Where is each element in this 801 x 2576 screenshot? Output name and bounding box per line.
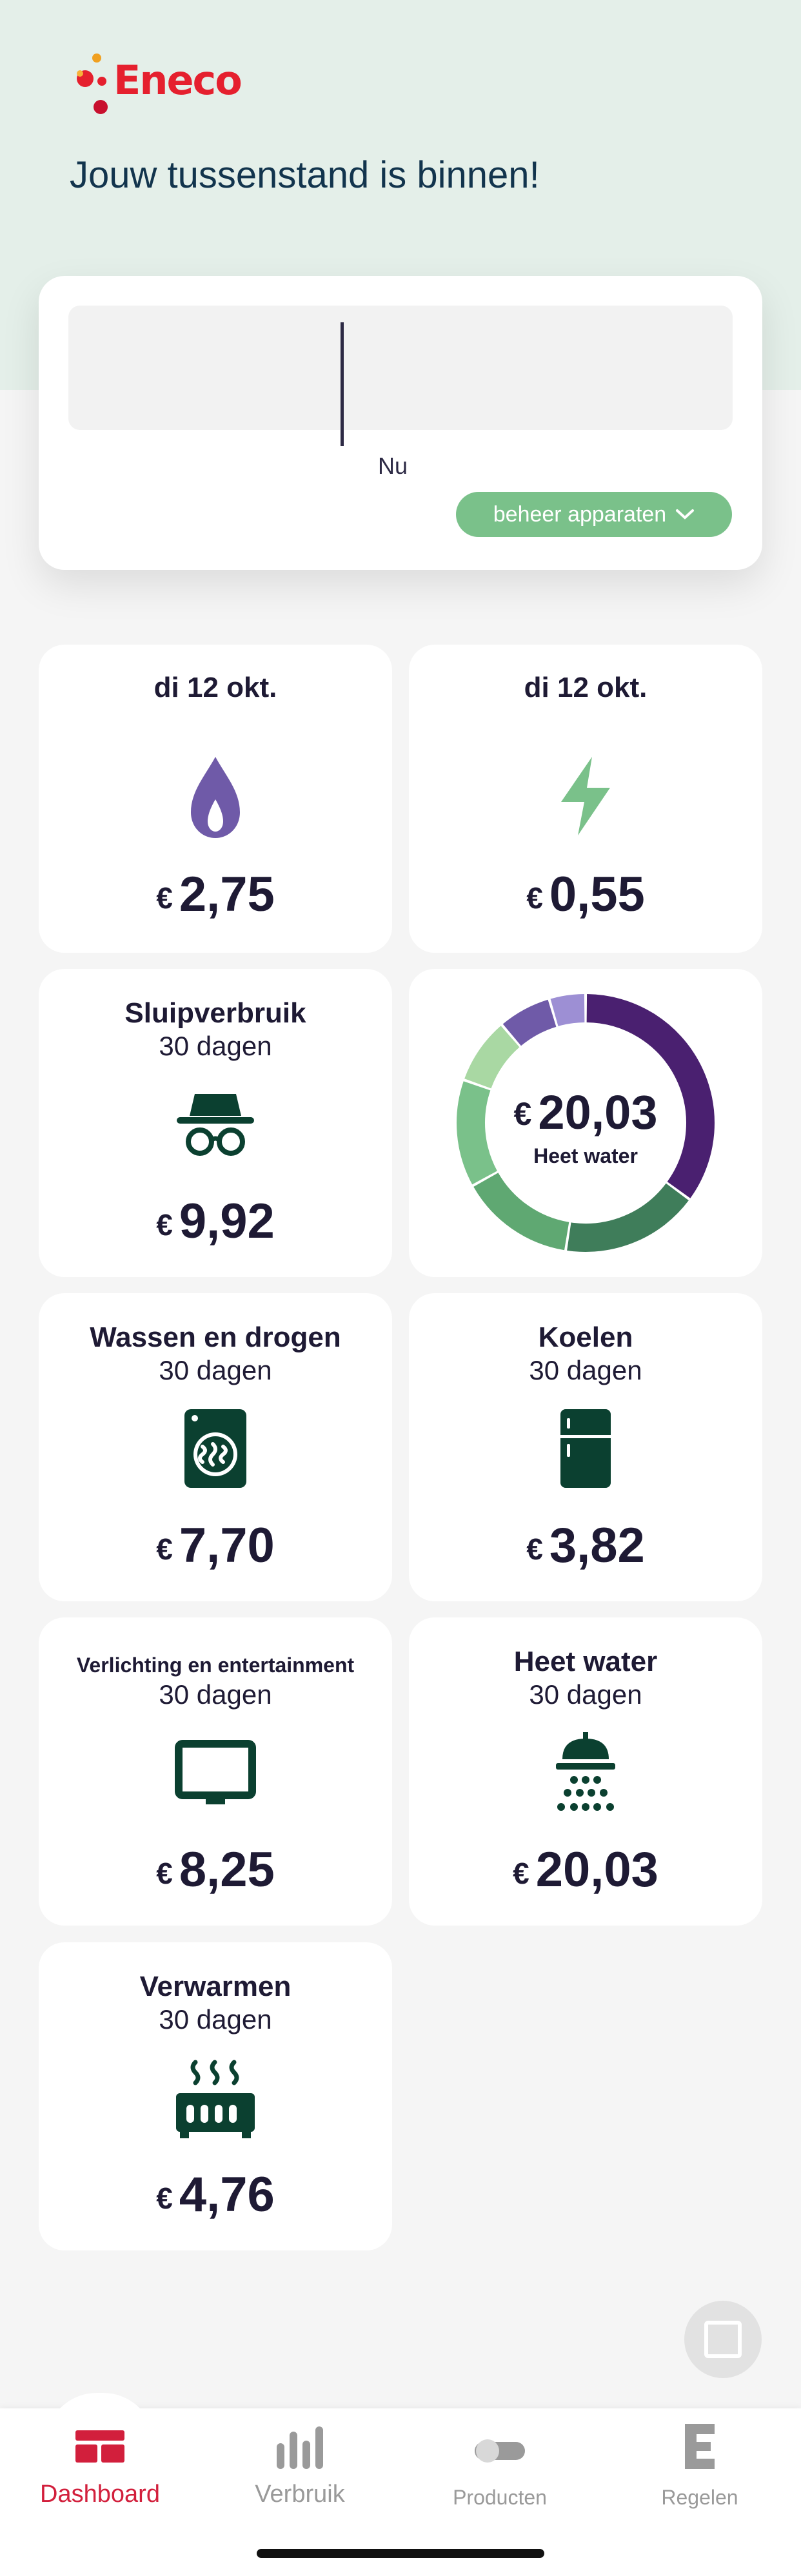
- card-price: €4,76: [156, 2167, 275, 2222]
- card-title: Wassen en drogen: [90, 1322, 341, 1353]
- usage-donut-card[interactable]: €20,03 Heet water: [409, 969, 762, 1277]
- card-price: €3,82: [526, 1518, 645, 1573]
- card-title: Verlichting en entertainment: [76, 1654, 355, 1677]
- card-date: di 12 okt.: [153, 672, 277, 703]
- card-price: €0,55: [526, 867, 645, 922]
- card-period: 30 dagen: [159, 1355, 272, 1385]
- card-title: Sluipverbruik: [124, 997, 306, 1029]
- nav-item-regelen[interactable]: Regelen: [600, 2424, 800, 2514]
- card-title: Heet water: [513, 1646, 658, 1677]
- nav-label: Regelen: [661, 2486, 738, 2509]
- shower-icon: [556, 1732, 615, 1811]
- card-period: 30 dagen: [529, 1679, 642, 1710]
- nav-label: Producten: [453, 2486, 547, 2509]
- home-indicator: [257, 2549, 544, 2558]
- logo-dots-icon: [77, 54, 108, 114]
- electricity-card[interactable]: di 12 okt. €0,55: [409, 645, 762, 953]
- donut-center-value: €20,03: [513, 1086, 658, 1139]
- nav-item-producten[interactable]: Producten: [400, 2424, 600, 2514]
- heating-card[interactable]: Verwarmen 30 dagen €4,76: [39, 1942, 392, 2250]
- tv-icon: [175, 1740, 256, 1804]
- bar-chart-icon: [277, 2426, 323, 2469]
- card-date: di 12 okt.: [524, 672, 648, 703]
- card-price: €2,75: [156, 867, 275, 922]
- card-price: €7,70: [156, 1518, 275, 1573]
- standby-card[interactable]: Sluipverbruik 30 dagen €9,92: [39, 969, 392, 1277]
- logo-wordmark: Eneco: [114, 57, 242, 104]
- card-price: €20,03: [513, 1842, 658, 1897]
- chevron-down-icon: [676, 509, 695, 520]
- fridge-icon: [560, 1409, 611, 1488]
- now-marker: [341, 322, 344, 446]
- spy-icon: [177, 1094, 254, 1156]
- dashboard-icon: [75, 2430, 124, 2463]
- square-icon: [704, 2321, 742, 2358]
- nav-item-verbruik[interactable]: Verbruik: [200, 2424, 400, 2514]
- cooling-card[interactable]: Koelen 30 dagen €3,82: [409, 1293, 762, 1601]
- gas-card[interactable]: di 12 okt. €2,75: [39, 645, 392, 953]
- now-label: Nu: [378, 453, 408, 479]
- manage-devices-button[interactable]: beheer apparaten: [456, 492, 732, 537]
- lightning-icon: [561, 757, 610, 835]
- lighting-card[interactable]: Verlichting en entertainment 30 dagen €8…: [39, 1617, 392, 1926]
- washing-machine-icon: [184, 1409, 246, 1488]
- donut-slice-verlichting-en-entertainment: [473, 1172, 569, 1251]
- card-period: 30 dagen: [529, 1355, 642, 1385]
- nav-label: Dashboard: [40, 2481, 160, 2508]
- e-icon: [685, 2424, 715, 2469]
- expand-button[interactable]: [684, 2301, 762, 2378]
- donut-slice-verwarmen: [464, 1026, 520, 1089]
- timeline-track[interactable]: [68, 306, 733, 430]
- donut-center-label: Heet water: [533, 1144, 638, 1167]
- nav-item-dashboard[interactable]: Dashboard: [0, 2424, 200, 2514]
- radiator-icon: [176, 2060, 255, 2138]
- card-period: 30 dagen: [159, 2004, 272, 2034]
- flame-icon: [191, 757, 240, 838]
- card-period: 30 dagen: [159, 1031, 272, 1061]
- card-price: €9,92: [156, 1194, 275, 1249]
- page-title: Jouw tussenstand is binnen!: [70, 154, 540, 196]
- card-title: Koelen: [538, 1322, 633, 1353]
- card-price: €8,25: [156, 1842, 275, 1897]
- toggle-icon: [475, 2439, 525, 2463]
- donut-slice-sluipverbruik: [567, 1183, 689, 1252]
- card-title: Verwarmen: [139, 1971, 292, 2002]
- eneco-logo: Eneco: [70, 50, 263, 121]
- washing-card[interactable]: Wassen en drogen 30 dagen €7,70: [39, 1293, 392, 1601]
- donut-slice-overig: [550, 994, 585, 1027]
- card-period: 30 dagen: [159, 1679, 272, 1710]
- donut-slice-koelen: [502, 999, 557, 1046]
- nav-label: Verbruik: [255, 2481, 345, 2508]
- manage-devices-label: beheer apparaten: [493, 502, 667, 527]
- hot-water-card[interactable]: Heet water 30 dagen €20,03: [409, 1617, 762, 1926]
